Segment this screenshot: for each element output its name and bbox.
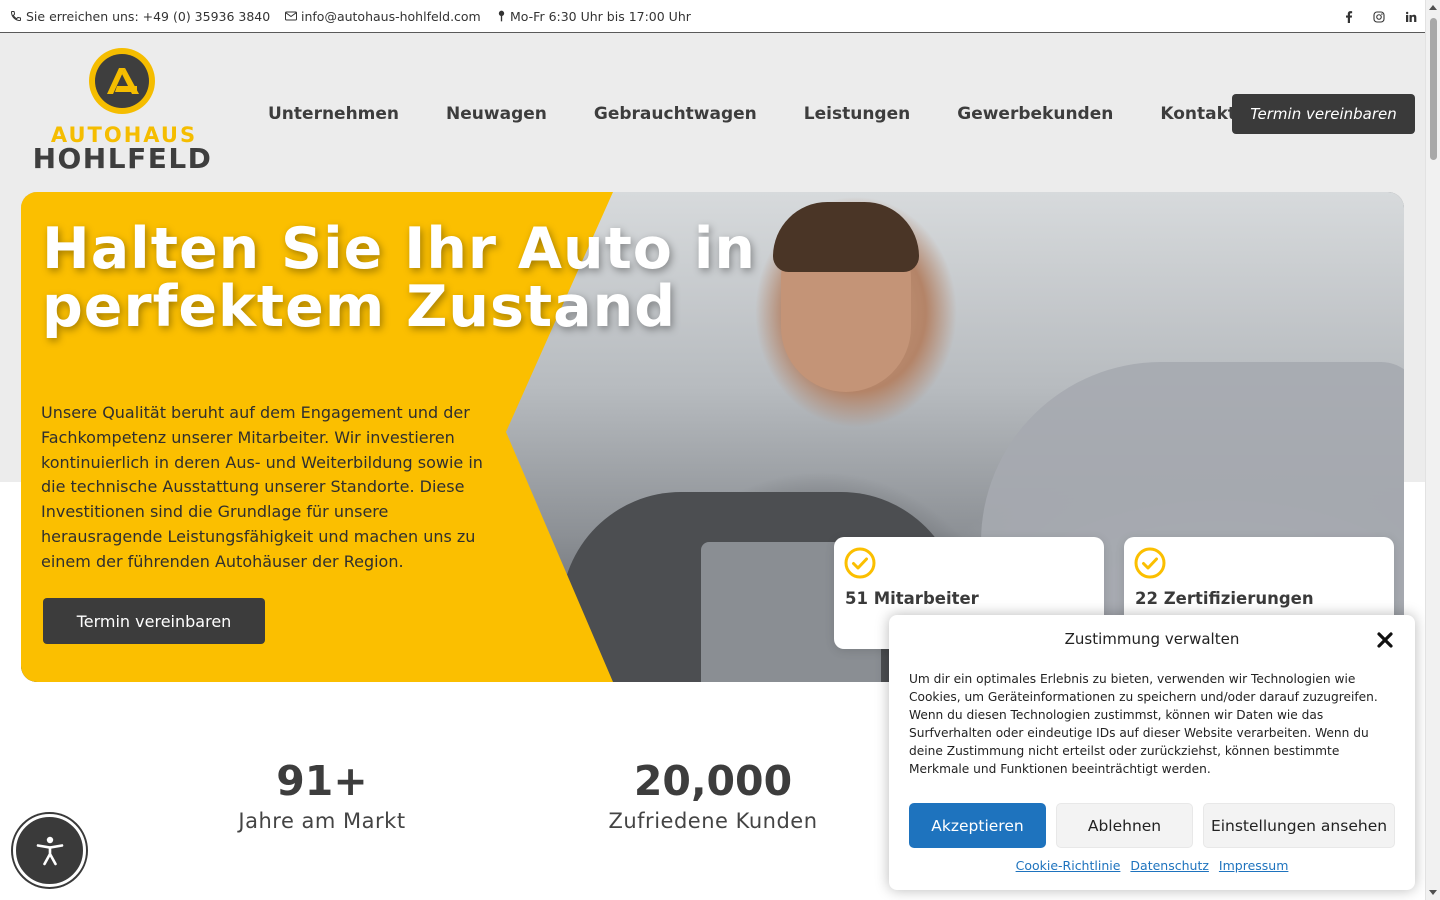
- top-bar: Sie erreichen uns: +49 (0) 35936 3840 in…: [0, 0, 1425, 33]
- logo-text-hohlfeld: HOHLFELD: [32, 142, 213, 175]
- close-icon[interactable]: [1376, 631, 1394, 649]
- hero-photo-hair: [773, 202, 919, 272]
- phone-icon: [10, 11, 21, 22]
- accept-button[interactable]: Akzeptieren: [909, 803, 1046, 848]
- nav-item-gewerbekunden[interactable]: Gewerbekunden: [957, 104, 1113, 124]
- card-label: 51 Mitarbeiter: [845, 589, 979, 608]
- site-logo[interactable]: AUTOHAUS HOHLFELD: [30, 48, 215, 175]
- instagram-icon[interactable]: [1373, 10, 1385, 23]
- logo-mark-icon: [89, 48, 155, 114]
- mail-icon: [285, 11, 297, 21]
- stat-years: 91+ Jahre am Markt: [222, 757, 422, 833]
- stat-customers: 20,000 Zufriedene Kunden: [592, 757, 834, 833]
- hero-title: Halten Sie Ihr Auto in perfektem Zustand: [42, 216, 756, 340]
- stat-number: 91+: [276, 757, 368, 805]
- phone-text: Sie erreichen uns: +49 (0) 35936 3840: [26, 8, 271, 24]
- appointment-button-header[interactable]: Termin vereinbaren: [1232, 94, 1415, 134]
- scrollbar-thumb[interactable]: [1430, 18, 1437, 160]
- opening-hours: Mo-Fr 6:30 Uhr bis 17:00 Uhr: [497, 9, 691, 24]
- nav-item-leistungen[interactable]: Leistungen: [804, 104, 910, 124]
- facebook-icon[interactable]: [1345, 10, 1353, 23]
- card-label: 22 Zertifizierungen: [1135, 589, 1314, 608]
- view-preferences-button[interactable]: Einstellungen ansehen: [1203, 803, 1395, 848]
- deny-button[interactable]: Ablehnen: [1056, 803, 1193, 848]
- scroll-up-arrow-icon[interactable]: [1429, 5, 1437, 10]
- appointment-button-hero[interactable]: Termin vereinbaren: [43, 598, 265, 644]
- consent-message: Um dir ein optimales Erlebnis zu bieten,…: [909, 672, 1378, 776]
- scroll-down-arrow-icon[interactable]: [1429, 890, 1437, 895]
- cookie-consent-dialog: Zustimmung verwalten Um dir ein optimale…: [889, 615, 1415, 890]
- location-pin-icon: [498, 10, 505, 22]
- consent-title: Zustimmung verwalten: [1064, 630, 1240, 648]
- nav-item-unternehmen[interactable]: Unternehmen: [268, 104, 399, 124]
- nav-item-kontakt[interactable]: Kontakt: [1160, 104, 1236, 124]
- cookie-policy-link[interactable]: Cookie-Richtlinie: [1016, 858, 1121, 873]
- accessibility-button[interactable]: [13, 814, 86, 887]
- hours-text: Mo-Fr 6:30 Uhr bis 17:00 Uhr: [510, 8, 691, 24]
- checkmark-circle-icon: [1134, 547, 1166, 579]
- email-text: info@autohaus-hohlfeld.com: [301, 8, 481, 24]
- nav-item-neuwagen[interactable]: Neuwagen: [446, 104, 547, 124]
- stat-number: 20,000: [633, 757, 793, 805]
- consent-links: Cookie-Richtlinie Datenschutz Impressum: [889, 858, 1415, 873]
- main-navigation: Unternehmen Neuwagen Gebrauchtwagen Leis…: [268, 104, 1283, 124]
- contact-phone[interactable]: Sie erreichen uns: +49 (0) 35936 3840: [10, 9, 270, 24]
- nav-item-gebrauchtwagen[interactable]: Gebrauchtwagen: [594, 104, 757, 124]
- imprint-link[interactable]: Impressum: [1219, 858, 1288, 873]
- stat-label: Zufriedene Kunden: [608, 809, 818, 833]
- page-scrollbar[interactable]: [1425, 0, 1440, 900]
- checkmark-circle-icon: [844, 547, 876, 579]
- privacy-link[interactable]: Datenschutz: [1130, 858, 1209, 873]
- stat-label: Jahre am Markt: [238, 809, 406, 833]
- hero-description: Unsere Qualität beruht auf dem Engagemen…: [41, 403, 483, 571]
- accessibility-icon: [36, 836, 63, 865]
- social-links: [1345, 0, 1417, 33]
- contact-email[interactable]: info@autohaus-hohlfeld.com: [285, 9, 481, 24]
- linkedin-icon[interactable]: [1405, 11, 1417, 23]
